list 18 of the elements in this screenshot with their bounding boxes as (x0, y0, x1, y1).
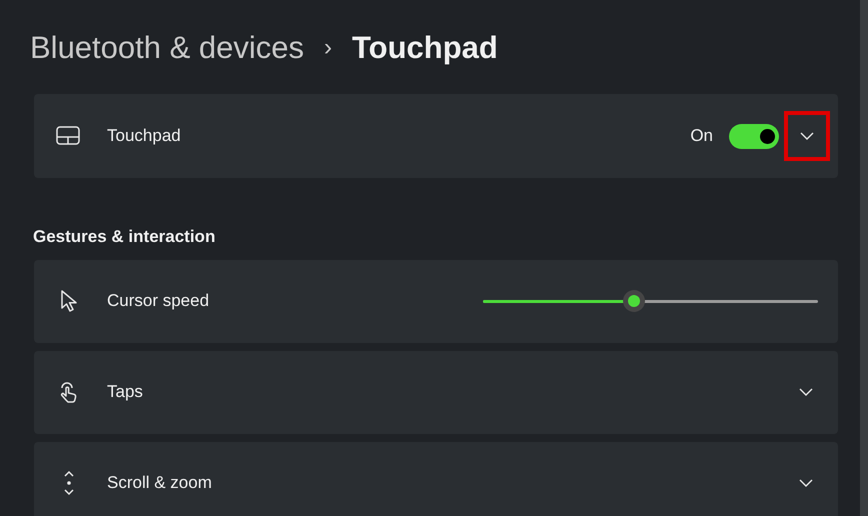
slider-thumb[interactable] (622, 290, 645, 312)
speed-slider[interactable] (483, 290, 818, 312)
cursor-icon (60, 289, 78, 313)
setting-label: Taps (107, 381, 144, 404)
chevron-icon (799, 479, 813, 487)
setting-label: Touchpad (107, 125, 182, 148)
setting-label: Cursor speed (107, 290, 210, 312)
chevron-icon (800, 132, 814, 140)
scroll-icon (62, 470, 76, 496)
toggle-state-text: On (690, 125, 713, 148)
setting-label: Scroll & zoom (107, 472, 213, 494)
breadcrumb-separator: › (324, 33, 332, 63)
toggle-switch[interactable] (729, 124, 779, 148)
chevron-icon (799, 388, 813, 396)
page-title: Touchpad (352, 28, 498, 67)
touchpad-icon (56, 126, 80, 146)
section-heading: Gestures & interaction (33, 226, 216, 248)
breadcrumb-link[interactable]: Bluetooth & devices (30, 24, 304, 72)
